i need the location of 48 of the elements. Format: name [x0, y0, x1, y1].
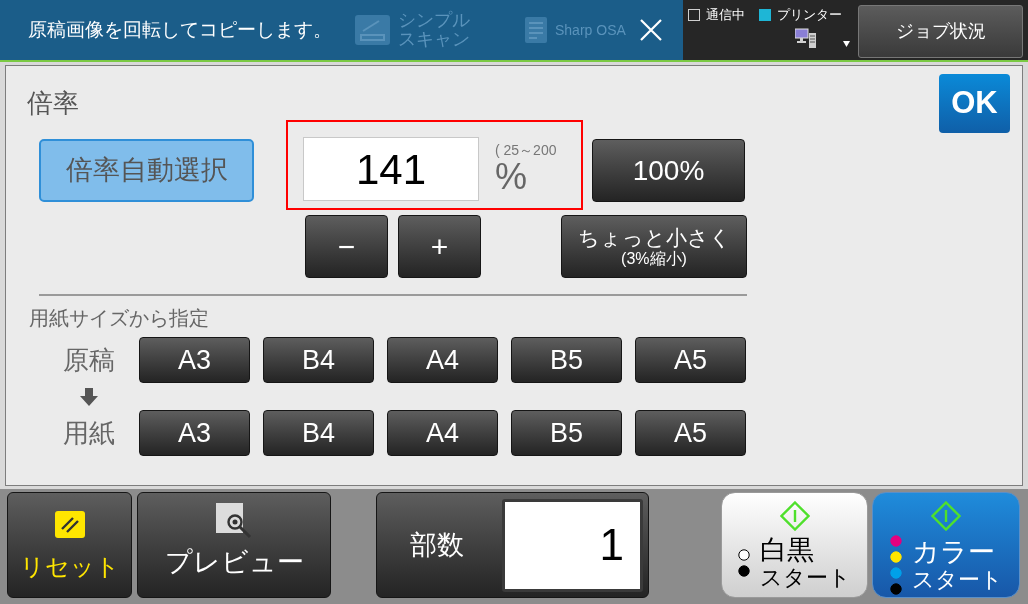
preset-button[interactable]: 100% [592, 139, 745, 202]
reset-button[interactable]: リセット [7, 492, 132, 598]
dots-icon [738, 549, 750, 577]
slightly-smaller-button[interactable]: ちょっと小さく (3%縮小) [561, 215, 747, 278]
app-label: Sharp OSA [555, 22, 626, 38]
section-title: 倍率 [27, 89, 80, 117]
paper-size-button[interactable]: B5 [511, 410, 622, 456]
paper-size-button[interactable]: A5 [635, 410, 746, 456]
paper-size-button[interactable]: A4 [387, 337, 498, 383]
start-diamond-icon [931, 501, 961, 531]
row-label: 原稿 [63, 343, 115, 377]
paper-size-button[interactable]: B4 [263, 410, 374, 456]
row-label: 用紙 [63, 416, 115, 450]
status-label: 通信中 [706, 7, 745, 23]
copies-label: 部数 [410, 528, 464, 562]
paper-size-button[interactable]: A3 [139, 410, 250, 456]
start-diamond-icon [779, 501, 810, 531]
start-button[interactable]: カラー スタート [872, 492, 1020, 598]
unit-text: % [495, 158, 527, 196]
magnifier-page-icon [216, 503, 252, 539]
message-text: 原稿画像を回転してコピーします。 [28, 17, 332, 42]
auto-select-button[interactable]: 倍率自動選択 [39, 139, 254, 202]
dots-icon [889, 535, 902, 595]
ok-button[interactable]: OK [939, 74, 1010, 133]
start-button[interactable]: 白黒 スタート [721, 492, 868, 598]
paper-size-button[interactable]: B5 [511, 337, 622, 383]
computer-icon [795, 27, 816, 48]
decrease-button[interactable]: − [305, 215, 388, 278]
copies-field[interactable]: 1 [502, 498, 643, 592]
preview-button[interactable]: プレビュー [137, 492, 331, 598]
document-icon [525, 17, 547, 43]
paper-size-button[interactable]: A4 [387, 410, 498, 456]
increase-button[interactable]: + [398, 215, 481, 278]
status-label: プリンター [777, 7, 842, 23]
close-icon [639, 18, 663, 42]
close-button[interactable] [638, 17, 664, 43]
scanner-icon [355, 15, 390, 45]
job-status-button[interactable]: ジョブ状況 [858, 5, 1023, 58]
app-label: シンプル スキャン [398, 11, 470, 49]
down-arrow-icon [80, 387, 98, 406]
range-text: ( 25～200 [495, 142, 557, 158]
paper-size-button[interactable]: A3 [139, 337, 250, 383]
paper-size-button[interactable]: B4 [263, 337, 374, 383]
paper-size-button[interactable]: A5 [635, 337, 746, 383]
ratio-field[interactable]: 141 [303, 137, 479, 201]
caret-icon [843, 41, 850, 47]
double-slash-icon [54, 511, 85, 538]
section-subtitle: 用紙サイズから指定 [29, 306, 209, 330]
